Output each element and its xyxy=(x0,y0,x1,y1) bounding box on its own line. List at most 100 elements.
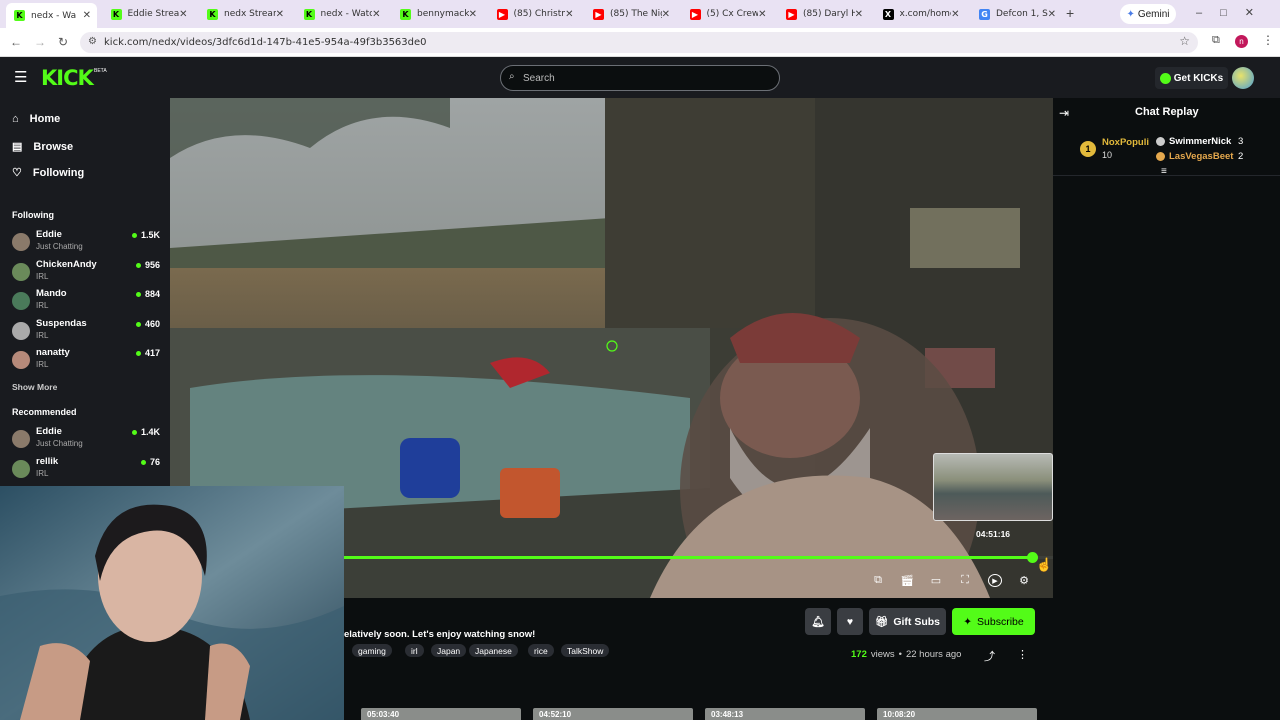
channel-category: IRL xyxy=(36,468,49,478)
browser-tab[interactable]: Kbennymack -✕ xyxy=(392,3,483,25)
fullscreen-icon[interactable]: ⛶ xyxy=(958,574,972,587)
tab-title: (85) Christma xyxy=(513,9,566,19)
video-tag[interactable]: rice xyxy=(528,644,554,657)
browser-tab[interactable]: Knedx - Watch✕ xyxy=(296,3,387,25)
kick-logo[interactable]: KICK xyxy=(41,66,94,90)
close-tab-icon[interactable]: ✕ xyxy=(758,9,766,20)
seek-bar[interactable] xyxy=(344,552,1053,563)
window-controls[interactable]: –□✕ xyxy=(1196,6,1272,19)
browser-tab[interactable]: ▶ (85) The Nigh✕ xyxy=(585,3,676,25)
channel-viewers: 76 xyxy=(141,457,160,467)
site-info-icon[interactable]: ⚙ xyxy=(88,36,97,47)
leader-3-name[interactable]: LasVegasBeet xyxy=(1169,151,1233,162)
sidebar-channel[interactable]: Suspendas IRL 460 xyxy=(12,318,160,344)
sidebar-channel[interactable]: rellik IRL 76 xyxy=(12,456,160,482)
browser-tab[interactable]: G Defcon 1, Shi✕ xyxy=(971,3,1062,25)
profile-icon[interactable]: n xyxy=(1235,35,1248,48)
sidebar-channel[interactable]: Eddie Just Chatting 1.5K xyxy=(12,229,160,255)
channel-avatar xyxy=(12,321,30,340)
tab-title: nedx Stream xyxy=(224,9,276,19)
collapse-chat-icon[interactable]: ⇥ xyxy=(1059,106,1069,120)
sidebar-channel[interactable]: nanatty IRL 417 xyxy=(12,347,160,373)
subscribe-button[interactable]: ✦ Subscribe xyxy=(952,608,1035,635)
thumbnail-duration: 10:08:20 xyxy=(883,710,916,719)
browser-tab[interactable]: ▶ (5) Cx Crew ✕ xyxy=(682,3,773,25)
related-video-thumbnail[interactable]: 03:48:13 xyxy=(705,708,865,720)
share-icon[interactable]: ⤴ xyxy=(984,648,995,664)
channel-name: ChickenAndy xyxy=(36,258,97,270)
sidebar-channel[interactable]: Eddie Just Chatting 1.4K xyxy=(12,426,160,452)
extensions-icon[interactable]: ⧉ xyxy=(1212,34,1220,47)
browser-tab[interactable]: Knedx - Wa ✕ xyxy=(6,3,97,28)
close-tab-icon[interactable]: ✕ xyxy=(565,9,573,20)
gift-subs-button[interactable]: 🎁︎ Gift Subs xyxy=(869,608,946,635)
new-tab-icon[interactable]: + xyxy=(1066,5,1074,21)
tab-title: nedx - Wa xyxy=(31,10,77,21)
leader-2-name[interactable]: SwimmerNick xyxy=(1169,136,1231,147)
sidebar-channel[interactable]: Mando IRL 884 xyxy=(12,288,160,314)
kick-icon: K xyxy=(303,8,315,20)
autoplay-icon[interactable]: ▶ xyxy=(988,574,1002,587)
video-tag[interactable]: Japan xyxy=(431,644,467,657)
related-video-thumbnail[interactable]: 05:03:40 xyxy=(361,708,521,720)
close-tab-icon[interactable]: ✕ xyxy=(662,9,670,20)
kicks-coin-icon xyxy=(1159,72,1171,84)
channel-name: rellik xyxy=(36,455,59,467)
video-tag[interactable]: TalkShow xyxy=(561,644,610,657)
settings-gear-icon[interactable]: ⚙ xyxy=(1017,574,1031,587)
related-video-thumbnail[interactable]: 10:08:20 xyxy=(877,708,1037,720)
close-tab-icon[interactable]: ✕ xyxy=(276,9,284,20)
gemini-icon: ✦ xyxy=(1126,8,1135,20)
url-field[interactable]: ⚙ kick.com/nedx/videos/3dfc6d1d-147b-41e… xyxy=(80,32,1198,53)
close-tab-icon[interactable]: ✕ xyxy=(1048,9,1056,20)
browser-menu-icon[interactable]: ⋮ xyxy=(1262,33,1274,47)
video-tag[interactable]: irl xyxy=(405,644,424,657)
nav-following[interactable]: ♡ Following xyxy=(12,166,84,180)
reload-icon[interactable]: ↻ xyxy=(58,35,68,49)
miniplayer-icon[interactable]: ⧉ xyxy=(871,574,885,587)
channel-avatar xyxy=(12,233,30,251)
nav-home[interactable]: ⌂ Home xyxy=(12,113,60,125)
back-icon[interactable]: ← xyxy=(10,35,22,49)
video-tag[interactable]: Japanese xyxy=(469,644,518,657)
follow-heart-button[interactable]: ♥ xyxy=(837,608,863,635)
close-tab-icon[interactable]: ✕ xyxy=(179,9,187,20)
leader-1-name[interactable]: NoxPopuli xyxy=(1102,137,1149,148)
close-tab-icon[interactable]: ✕ xyxy=(855,9,863,20)
channel-avatar xyxy=(12,292,30,310)
tab-title: bennymack - xyxy=(417,9,469,19)
channel-name: Suspendas xyxy=(36,317,87,329)
get-kicks-button[interactable]: Get KICKs xyxy=(1155,67,1228,89)
channel-viewers: 1.5K xyxy=(132,230,160,240)
browser-tab[interactable]: Xx.com/home ✕ xyxy=(875,3,966,25)
expand-leaderboard-icon[interactable]: ≡ xyxy=(1161,166,1167,177)
close-tab-icon[interactable]: ✕ xyxy=(469,9,477,20)
more-options-icon[interactable]: ⋮ xyxy=(1017,648,1028,661)
browser-tab[interactable]: ▶ (85) Daryl Ha✕ xyxy=(778,3,869,25)
theater-mode-icon[interactable]: ▭ xyxy=(929,574,943,587)
forward-icon[interactable]: → xyxy=(34,35,46,49)
clip-icon[interactable]: 🎬︎ xyxy=(900,574,914,587)
search-input[interactable]: ⌕ Search xyxy=(500,65,780,91)
close-tab-icon[interactable]: ✕ xyxy=(372,9,380,20)
bookmark-star-icon[interactable]: ☆ xyxy=(1179,34,1190,48)
browser-tab[interactable]: ▶ (85) Christma✕ xyxy=(489,3,580,25)
channel-name: Mando xyxy=(36,288,67,299)
notification-bell-button[interactable]: 🔔︎ xyxy=(805,608,831,635)
user-avatar[interactable] xyxy=(1232,67,1254,89)
channel-name: Eddie xyxy=(36,426,62,437)
video-tag[interactable]: gaming xyxy=(352,644,392,657)
kick-icon: K xyxy=(207,8,218,20)
gemini-button[interactable]: ✦ Gemini xyxy=(1120,4,1176,24)
show-more-link[interactable]: Show More xyxy=(12,382,57,392)
browser-tab[interactable]: K Eddie Stream✕ xyxy=(103,3,194,25)
heart-icon: ♡ xyxy=(12,167,22,179)
gift-icon: 🎁︎ xyxy=(874,616,889,628)
nav-browse[interactable]: ▤ Browse xyxy=(12,140,73,154)
hamburger-menu-icon[interactable]: ☰ xyxy=(14,68,27,86)
close-tab-icon[interactable]: ✕ xyxy=(83,10,91,21)
close-tab-icon[interactable]: ✕ xyxy=(951,9,959,20)
browser-tab[interactable]: Knedx Stream✕ xyxy=(199,3,290,25)
sidebar-channel[interactable]: ChickenAndy IRL 956 xyxy=(12,259,160,285)
related-video-thumbnail[interactable]: 04:52:10 xyxy=(533,708,693,720)
